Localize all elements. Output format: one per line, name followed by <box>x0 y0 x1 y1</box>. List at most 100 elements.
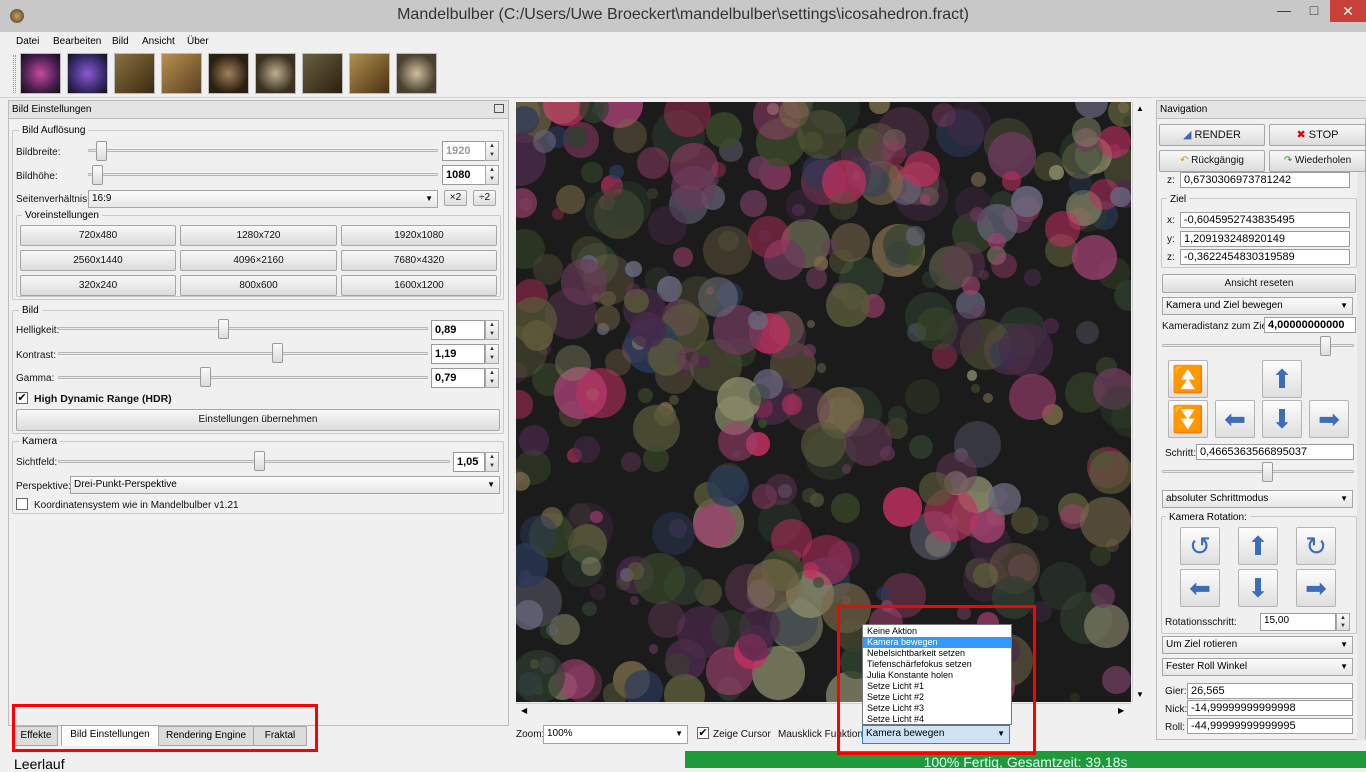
preset-thumbnail-5[interactable] <box>208 53 249 94</box>
preset-thumbnail-9[interactable] <box>396 53 437 94</box>
preset-thumbnail-6[interactable] <box>255 53 296 94</box>
menu-file[interactable]: Datei <box>16 36 39 47</box>
scroll-down-icon[interactable]: ▼ <box>1136 690 1144 699</box>
tabs-highlight-box <box>12 704 318 752</box>
zoom-select[interactable]: 100% ▼ <box>543 725 688 744</box>
preset-7680x4320[interactable]: 7680×4320 <box>341 250 497 271</box>
undo-button[interactable]: ↶ Rückgängig <box>1159 150 1265 172</box>
menu-about[interactable]: Über <box>187 36 209 47</box>
roll-input[interactable]: -44,99999999999995 <box>1187 718 1353 734</box>
gamma-input[interactable]: 0,79 <box>431 368 485 388</box>
rotate-right-icon[interactable]: ➡ <box>1296 569 1336 607</box>
close-button[interactable]: ✕ <box>1330 0 1366 22</box>
preset-thumbnail-4[interactable] <box>161 53 202 94</box>
camera-z-input[interactable]: 0,6730306973781242 <box>1180 172 1350 188</box>
target-y-input[interactable]: 1,209193248920149 <box>1180 231 1350 247</box>
preset-thumbnail-3[interactable] <box>114 53 155 94</box>
render-image[interactable] <box>516 102 1131 702</box>
move-right-icon[interactable]: ➡ <box>1309 400 1349 438</box>
show-cursor-checkbox[interactable]: ✔ <box>697 727 709 739</box>
menu-view[interactable]: Ansicht <box>142 36 175 47</box>
contrast-input[interactable]: 1,19 <box>431 344 485 364</box>
preset-thumbnail-8[interactable] <box>349 53 390 94</box>
hdr-checkbox[interactable]: ✔ <box>16 392 28 404</box>
aspect-select[interactable]: 16:9 ▼ <box>88 190 438 208</box>
rotate-around-select[interactable]: Um Ziel rotieren ▼ <box>1162 636 1353 654</box>
stop-button[interactable]: ✖ STOP <box>1269 124 1366 146</box>
apply-settings-button[interactable]: Einstellungen übernehmen <box>16 409 500 431</box>
distance-slider[interactable] <box>1320 336 1331 356</box>
fov-slider[interactable] <box>254 451 265 471</box>
rotate-ccw-icon[interactable]: ↺ <box>1180 527 1220 565</box>
preset-thumbnail-7[interactable] <box>302 53 343 94</box>
preset-1280x720[interactable]: 1280x720 <box>180 225 337 246</box>
move-forward-icon[interactable]: ⏫ <box>1168 360 1208 398</box>
height-label: Bildhöhe: <box>16 171 58 182</box>
yaw-input[interactable]: 26,565 <box>1187 683 1353 699</box>
rotate-down-icon[interactable]: ⬇ <box>1238 569 1278 607</box>
navigation-scrollbar[interactable] <box>1357 172 1365 740</box>
fov-input[interactable]: 1,05 <box>453 452 485 472</box>
move-backward-icon[interactable]: ⏬ <box>1168 400 1208 438</box>
preset-thumbnail-2[interactable] <box>67 53 108 94</box>
step-slider[interactable] <box>1262 462 1273 482</box>
preset-720x480[interactable]: 720x480 <box>20 225 176 246</box>
preset-1920x1080[interactable]: 1920x1080 <box>341 225 497 246</box>
step-mode-select[interactable]: absoluter Schrittmodus ▼ <box>1162 490 1353 508</box>
rotate-cw-icon[interactable]: ↻ <box>1296 527 1336 565</box>
horizontal-scrollbar[interactable]: ◀ ▶ <box>516 703 1131 719</box>
width-slider-track <box>88 149 438 152</box>
pitch-input[interactable]: -14,99999999999998 <box>1187 700 1353 716</box>
panel-title: Bild Einstellungen <box>9 101 508 119</box>
preset-1600x1200[interactable]: 1600x1200 <box>341 275 497 296</box>
preset-thumbnail-1[interactable] <box>20 53 61 94</box>
contrast-spinner[interactable]: ▲ ▼ <box>485 344 499 364</box>
target-x-input[interactable]: -0,6045952743835495 <box>1180 212 1350 228</box>
gamma-slider[interactable] <box>200 367 211 387</box>
roll-mode-select[interactable]: Fester Roll Winkel ▼ <box>1162 658 1353 676</box>
vertical-scrollbar[interactable]: ▲ ▼ <box>1132 102 1148 702</box>
coord-system-checkbox[interactable] <box>16 498 28 510</box>
maximize-button[interactable]: □ <box>1300 0 1328 22</box>
perspective-select[interactable]: Drei-Punkt-Perspektive ▼ <box>70 476 500 494</box>
rotation-step-spinner[interactable]: ▲ ▼ <box>1336 613 1350 631</box>
contrast-slider[interactable] <box>272 343 283 363</box>
brightness-slider[interactable] <box>218 319 229 339</box>
brightness-input[interactable]: 0,89 <box>431 320 485 340</box>
scroll-left-icon[interactable]: ◀ <box>521 706 527 715</box>
minimize-button[interactable]: — <box>1270 0 1298 22</box>
preset-800x600[interactable]: 800x600 <box>180 275 337 296</box>
step-input[interactable]: 0,4665363566895037 <box>1196 444 1354 460</box>
brightness-spinner[interactable]: ▲ ▼ <box>485 320 499 340</box>
double-button[interactable]: ×2 <box>444 190 467 206</box>
width-spinner[interactable]: ▲ ▼ <box>485 141 499 161</box>
redo-button[interactable]: ↷ Wiederholen <box>1269 150 1366 172</box>
scroll-up-icon[interactable]: ▲ <box>1136 104 1144 113</box>
preset-320x240[interactable]: 320x240 <box>20 275 176 296</box>
menu-image[interactable]: Bild <box>112 36 129 47</box>
gamma-spinner[interactable]: ▲ ▼ <box>485 368 499 388</box>
height-slider[interactable] <box>92 165 103 185</box>
menu-edit[interactable]: Bearbeiten <box>53 36 101 47</box>
height-input[interactable]: 1080 <box>442 165 486 185</box>
fov-spinner[interactable]: ▲ ▼ <box>485 452 499 472</box>
width-input[interactable]: 1920 <box>442 141 486 161</box>
distance-input[interactable]: 4,00000000000 <box>1264 317 1356 333</box>
undock-icon[interactable] <box>494 104 504 113</box>
scroll-right-icon[interactable]: ▶ <box>1118 706 1124 715</box>
render-button[interactable]: ◢ RENDER <box>1159 124 1265 146</box>
preset-2560x1440[interactable]: 2560x1440 <box>20 250 176 271</box>
move-up-icon[interactable]: ⬆ <box>1262 360 1302 398</box>
width-slider[interactable] <box>96 141 107 161</box>
rotate-up-icon[interactable]: ⬆ <box>1238 527 1278 565</box>
half-button[interactable]: ÷2 <box>473 190 496 206</box>
preset-4096x2160[interactable]: 4096×2160 <box>180 250 337 271</box>
reset-view-button[interactable]: Ansicht reseten <box>1162 274 1356 293</box>
height-spinner[interactable]: ▲ ▼ <box>485 165 499 185</box>
move-mode-select[interactable]: Kamera und Ziel bewegen ▼ <box>1162 297 1353 315</box>
rotation-step-input[interactable]: 15,00 <box>1260 613 1336 631</box>
move-left-icon[interactable]: ⬅ <box>1215 400 1255 438</box>
move-down-icon[interactable]: ⬇ <box>1262 400 1302 438</box>
rotate-left-icon[interactable]: ⬅ <box>1180 569 1220 607</box>
target-z-input[interactable]: -0,3622454830319589 <box>1180 249 1350 265</box>
